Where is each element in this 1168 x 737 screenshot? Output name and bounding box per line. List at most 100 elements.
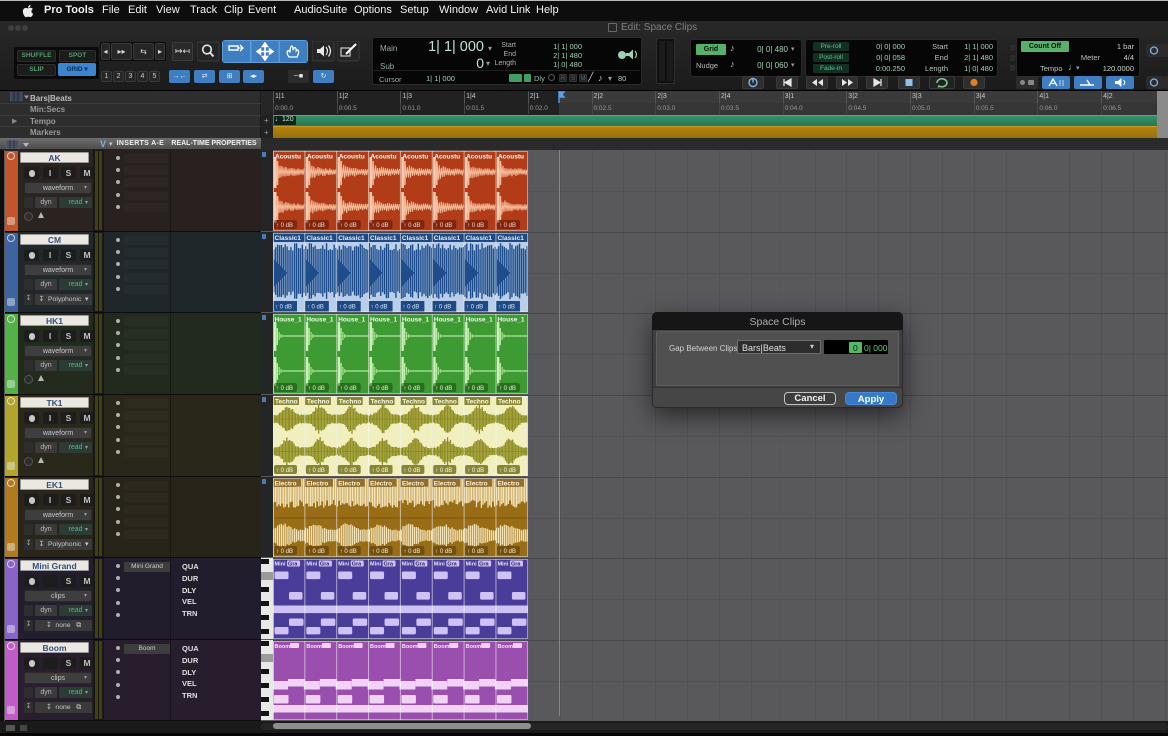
svg-text:Techno: Techno xyxy=(307,399,330,406)
svg-text:Boom: Boom xyxy=(306,644,322,650)
svg-text:Boom: Boom xyxy=(370,644,386,650)
svg-text:Techno: Techno xyxy=(402,399,425,406)
svg-text:Electro_: Electro_ xyxy=(497,481,523,488)
svg-text:↑ 0 dB: ↑ 0 dB xyxy=(467,386,484,392)
svg-text:↑ 0 dB: ↑ 0 dB xyxy=(372,468,389,474)
svg-text:↑ 0 dB: ↑ 0 dB xyxy=(403,468,420,474)
svg-text:Gra: Gra xyxy=(479,562,489,568)
svg-text:↑ 0 dB: ↑ 0 dB xyxy=(308,386,325,392)
svg-text:Boom: Boom xyxy=(402,644,418,650)
svg-text:Classic1: Classic1 xyxy=(338,235,365,242)
svg-text:Electro_: Electro_ xyxy=(434,481,460,488)
svg-text:↑ 0 dB: ↑ 0 dB xyxy=(402,305,419,311)
svg-text:Acoustu: Acoustu xyxy=(307,154,333,161)
svg-text:Electro_: Electro_ xyxy=(275,481,301,488)
svg-text:Classic1: Classic1 xyxy=(275,235,302,242)
svg-text:Gra: Gra xyxy=(320,562,330,568)
svg-text:Techno: Techno xyxy=(371,399,394,406)
svg-text:↑ 0 dB: ↑ 0 dB xyxy=(435,549,452,555)
svg-text:↑ 0 dB: ↑ 0 dB xyxy=(435,386,452,392)
svg-text:Classic1: Classic1 xyxy=(402,235,429,242)
svg-text:↑ 0 dB: ↑ 0 dB xyxy=(339,305,356,311)
svg-text:↑ 0 dB: ↑ 0 dB xyxy=(403,549,420,555)
svg-text:Acoustu: Acoustu xyxy=(498,154,524,161)
svg-text:Mini: Mini xyxy=(466,562,477,568)
svg-text:Mini: Mini xyxy=(497,562,508,568)
svg-text:↑ 0 dB: ↑ 0 dB xyxy=(308,223,325,229)
svg-text:Mini: Mini xyxy=(306,562,317,568)
svg-text:Techno: Techno xyxy=(275,399,298,406)
svg-text:Boom: Boom xyxy=(497,644,513,650)
svg-text:Electro_: Electro_ xyxy=(466,481,492,488)
svg-text:Acoustu: Acoustu xyxy=(371,154,397,161)
svg-text:↑ 0 dB: ↑ 0 dB xyxy=(276,386,293,392)
svg-text:Gra: Gra xyxy=(352,562,362,568)
svg-text:Techno: Techno xyxy=(466,399,489,406)
svg-text:Acoustu: Acoustu xyxy=(275,154,301,161)
svg-text:Gra: Gra xyxy=(415,562,425,568)
svg-text:↑ 0 dB: ↑ 0 dB xyxy=(499,549,516,555)
svg-text:Mini: Mini xyxy=(370,562,381,568)
svg-text:↑ 0 dB: ↑ 0 dB xyxy=(498,305,515,311)
svg-text:Boom: Boom xyxy=(466,644,482,650)
svg-text:↑ 0 dB: ↑ 0 dB xyxy=(499,468,516,474)
svg-text:Acoustu: Acoustu xyxy=(434,154,460,161)
svg-text:↑ 0 dB: ↑ 0 dB xyxy=(372,386,389,392)
svg-text:Electro_: Electro_ xyxy=(338,481,364,488)
svg-text:↑ 0 dB: ↑ 0 dB xyxy=(403,386,420,392)
svg-text:Classic1: Classic1 xyxy=(306,235,333,242)
svg-text:House_1: House_1 xyxy=(338,317,365,324)
svg-text:Classic1: Classic1 xyxy=(497,235,524,242)
svg-text:↑ 0 dB: ↑ 0 dB xyxy=(467,549,484,555)
svg-text:Electro_: Electro_ xyxy=(402,481,428,488)
svg-text:Boom: Boom xyxy=(434,644,450,650)
svg-text:Acoustu: Acoustu xyxy=(402,154,428,161)
svg-text:↑ 0 dB: ↑ 0 dB xyxy=(499,223,516,229)
svg-text:Acoustu: Acoustu xyxy=(339,154,365,161)
svg-text:↑ 0 dB: ↑ 0 dB xyxy=(276,549,293,555)
svg-text:↑ 0 dB: ↑ 0 dB xyxy=(276,468,293,474)
svg-text:↑ 0 dB: ↑ 0 dB xyxy=(340,386,357,392)
svg-text:Gra: Gra xyxy=(288,562,298,568)
svg-text:↑ 0 dB: ↑ 0 dB xyxy=(499,386,516,392)
svg-text:↑ 0 dB: ↑ 0 dB xyxy=(466,305,483,311)
svg-text:House_1: House_1 xyxy=(434,317,461,324)
svg-text:↑ 0 dB: ↑ 0 dB xyxy=(467,468,484,474)
svg-text:Gra: Gra xyxy=(384,562,394,568)
svg-text:Classic1: Classic1 xyxy=(434,235,461,242)
svg-text:Mini: Mini xyxy=(434,562,445,568)
svg-text:Boom: Boom xyxy=(275,644,291,650)
svg-text:Electro_: Electro_ xyxy=(306,481,332,488)
svg-text:↑ 0 dB: ↑ 0 dB xyxy=(340,223,357,229)
svg-text:↑ 0 dB: ↑ 0 dB xyxy=(340,468,357,474)
svg-text:Techno: Techno xyxy=(339,399,362,406)
svg-text:Mini: Mini xyxy=(275,562,286,568)
svg-text:↑ 0 dB: ↑ 0 dB xyxy=(435,223,452,229)
svg-text:↑ 0 dB: ↑ 0 dB xyxy=(371,305,388,311)
svg-text:↑ 0 dB: ↑ 0 dB xyxy=(307,305,324,311)
svg-text:House_1: House_1 xyxy=(370,317,397,324)
svg-text:Electro_: Electro_ xyxy=(370,481,396,488)
svg-text:Classic1: Classic1 xyxy=(466,235,493,242)
svg-text:Classic1: Classic1 xyxy=(370,235,397,242)
svg-text:House_1: House_1 xyxy=(275,317,302,324)
svg-text:Gra: Gra xyxy=(447,562,457,568)
svg-text:House_1: House_1 xyxy=(466,317,493,324)
svg-text:Boom: Boom xyxy=(338,644,354,650)
svg-text:Techno: Techno xyxy=(498,399,521,406)
svg-text:Gra: Gra xyxy=(511,562,521,568)
svg-text:↑ 0 dB: ↑ 0 dB xyxy=(275,305,292,311)
svg-text:↑ 0 dB: ↑ 0 dB xyxy=(372,223,389,229)
svg-text:House_1: House_1 xyxy=(402,317,429,324)
svg-text:↑ 0 dB: ↑ 0 dB xyxy=(308,549,325,555)
svg-text:House_1: House_1 xyxy=(497,317,524,324)
svg-text:↑ 0 dB: ↑ 0 dB xyxy=(372,549,389,555)
svg-text:↑ 0 dB: ↑ 0 dB xyxy=(403,223,420,229)
svg-text:Mini: Mini xyxy=(402,562,413,568)
svg-text:Mini: Mini xyxy=(338,562,349,568)
svg-text:↑ 0 dB: ↑ 0 dB xyxy=(276,223,293,229)
svg-text:↑ 0 dB: ↑ 0 dB xyxy=(308,468,325,474)
svg-text:↑ 0 dB: ↑ 0 dB xyxy=(340,549,357,555)
svg-text:Techno: Techno xyxy=(434,399,457,406)
svg-text:Acoustu: Acoustu xyxy=(466,154,492,161)
